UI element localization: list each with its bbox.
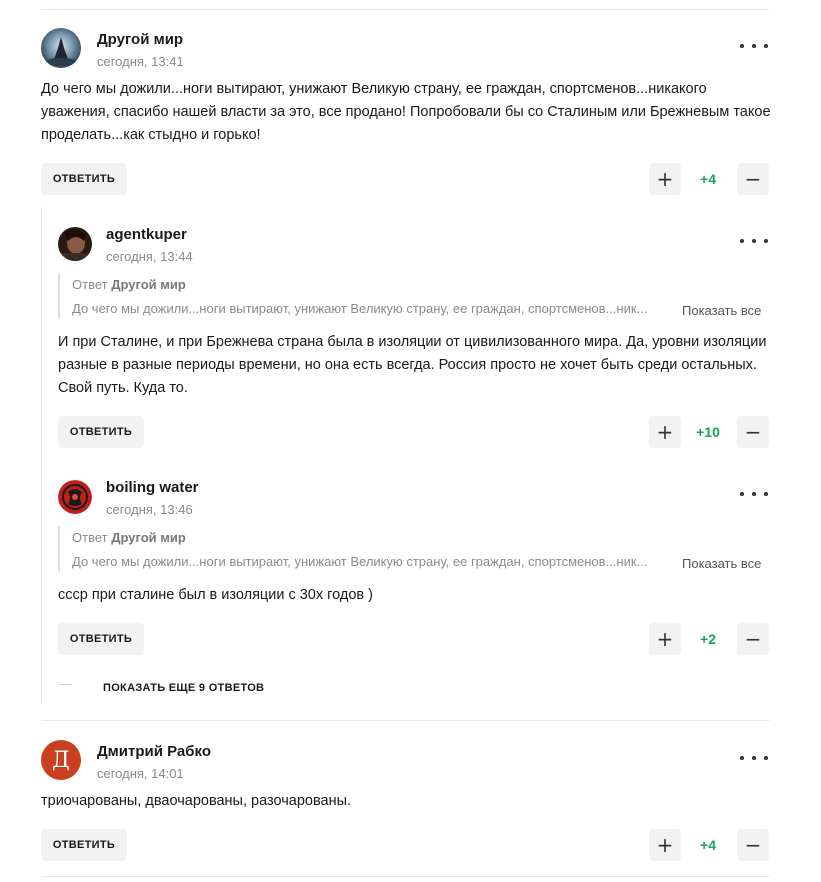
downvote-button[interactable]: − bbox=[737, 623, 769, 655]
comments-feed: Другой мир сегодня, 13:41 До чего мы дож… bbox=[0, 0, 821, 882]
upvote-button[interactable]: + bbox=[649, 623, 681, 655]
divider bbox=[41, 720, 769, 721]
thread-line bbox=[41, 207, 42, 703]
upvote-button[interactable]: + bbox=[649, 163, 681, 195]
quote-text: До чего мы дожили...ноги вытирают, унижа… bbox=[72, 301, 648, 316]
more-dots-icon[interactable] bbox=[740, 36, 768, 56]
quote-author[interactable]: Другой мир bbox=[111, 277, 186, 292]
upvote-button[interactable]: + bbox=[649, 416, 681, 448]
quote-text: До чего мы дожили...ноги вытирают, унижа… bbox=[72, 554, 648, 569]
show-more-replies-link[interactable]: Показать еще 9 ответов bbox=[103, 682, 264, 694]
more-replies-dash bbox=[58, 684, 72, 685]
comment-score: +10 bbox=[696, 424, 720, 440]
avatar[interactable]: Д bbox=[41, 740, 81, 780]
avatar[interactable] bbox=[41, 28, 81, 68]
comment-score: +4 bbox=[700, 837, 716, 853]
downvote-button[interactable]: − bbox=[737, 829, 769, 861]
divider bbox=[41, 876, 769, 877]
author-name[interactable]: Другой мир bbox=[97, 31, 183, 48]
more-dots-icon[interactable] bbox=[740, 484, 768, 504]
comment-score: +4 bbox=[700, 171, 716, 187]
reply-button[interactable]: ответить bbox=[58, 416, 144, 448]
comment-time: сегодня, 13:41 bbox=[97, 54, 184, 69]
quote-author[interactable]: Другой мир bbox=[111, 530, 186, 545]
reply-quote: Ответ Другой мир До чего мы дожили...ног… bbox=[58, 273, 768, 319]
comment-time: сегодня, 13:44 bbox=[106, 249, 193, 264]
divider bbox=[41, 9, 769, 10]
more-dots-icon[interactable] bbox=[740, 231, 768, 251]
comment-time: сегодня, 13:46 bbox=[106, 502, 193, 517]
show-all-link[interactable]: Показать все bbox=[682, 303, 761, 318]
more-dots-icon[interactable] bbox=[740, 748, 768, 768]
quote-prefix: Ответ bbox=[72, 277, 112, 292]
comment-score: +2 bbox=[700, 631, 716, 647]
downvote-button[interactable]: − bbox=[737, 163, 769, 195]
reply-quote: Ответ Другой мир До чего мы дожили...ног… bbox=[58, 526, 768, 572]
avatar[interactable] bbox=[58, 480, 92, 514]
reply-button[interactable]: ответить bbox=[41, 829, 127, 861]
downvote-button[interactable]: − bbox=[737, 416, 769, 448]
comment-text: До чего мы дожили...ноги вытирают, унижа… bbox=[41, 81, 771, 143]
quote-prefix: Ответ bbox=[72, 530, 112, 545]
author-name[interactable]: Дмитрий Рабко bbox=[97, 743, 211, 760]
upvote-button[interactable]: + bbox=[649, 829, 681, 861]
author-name[interactable]: agentkuper bbox=[106, 226, 187, 243]
show-all-link[interactable]: Показать все bbox=[682, 556, 761, 571]
comment-text: ссср при сталине был в изоляции с 30х го… bbox=[58, 587, 373, 603]
author-name[interactable]: boiling water bbox=[106, 479, 199, 496]
comment-text: И при Сталине, и при Брежнева страна был… bbox=[58, 334, 767, 396]
avatar[interactable] bbox=[58, 227, 92, 261]
comment-time: сегодня, 14:01 bbox=[97, 766, 184, 781]
quote-header: Ответ Другой мир bbox=[72, 530, 186, 545]
comment-text: триочарованы, дваочарованы, разочарованы… bbox=[41, 793, 352, 809]
reply-button[interactable]: ответить bbox=[58, 623, 144, 655]
reply-button[interactable]: ответить bbox=[41, 163, 127, 195]
quote-header: Ответ Другой мир bbox=[72, 277, 186, 292]
